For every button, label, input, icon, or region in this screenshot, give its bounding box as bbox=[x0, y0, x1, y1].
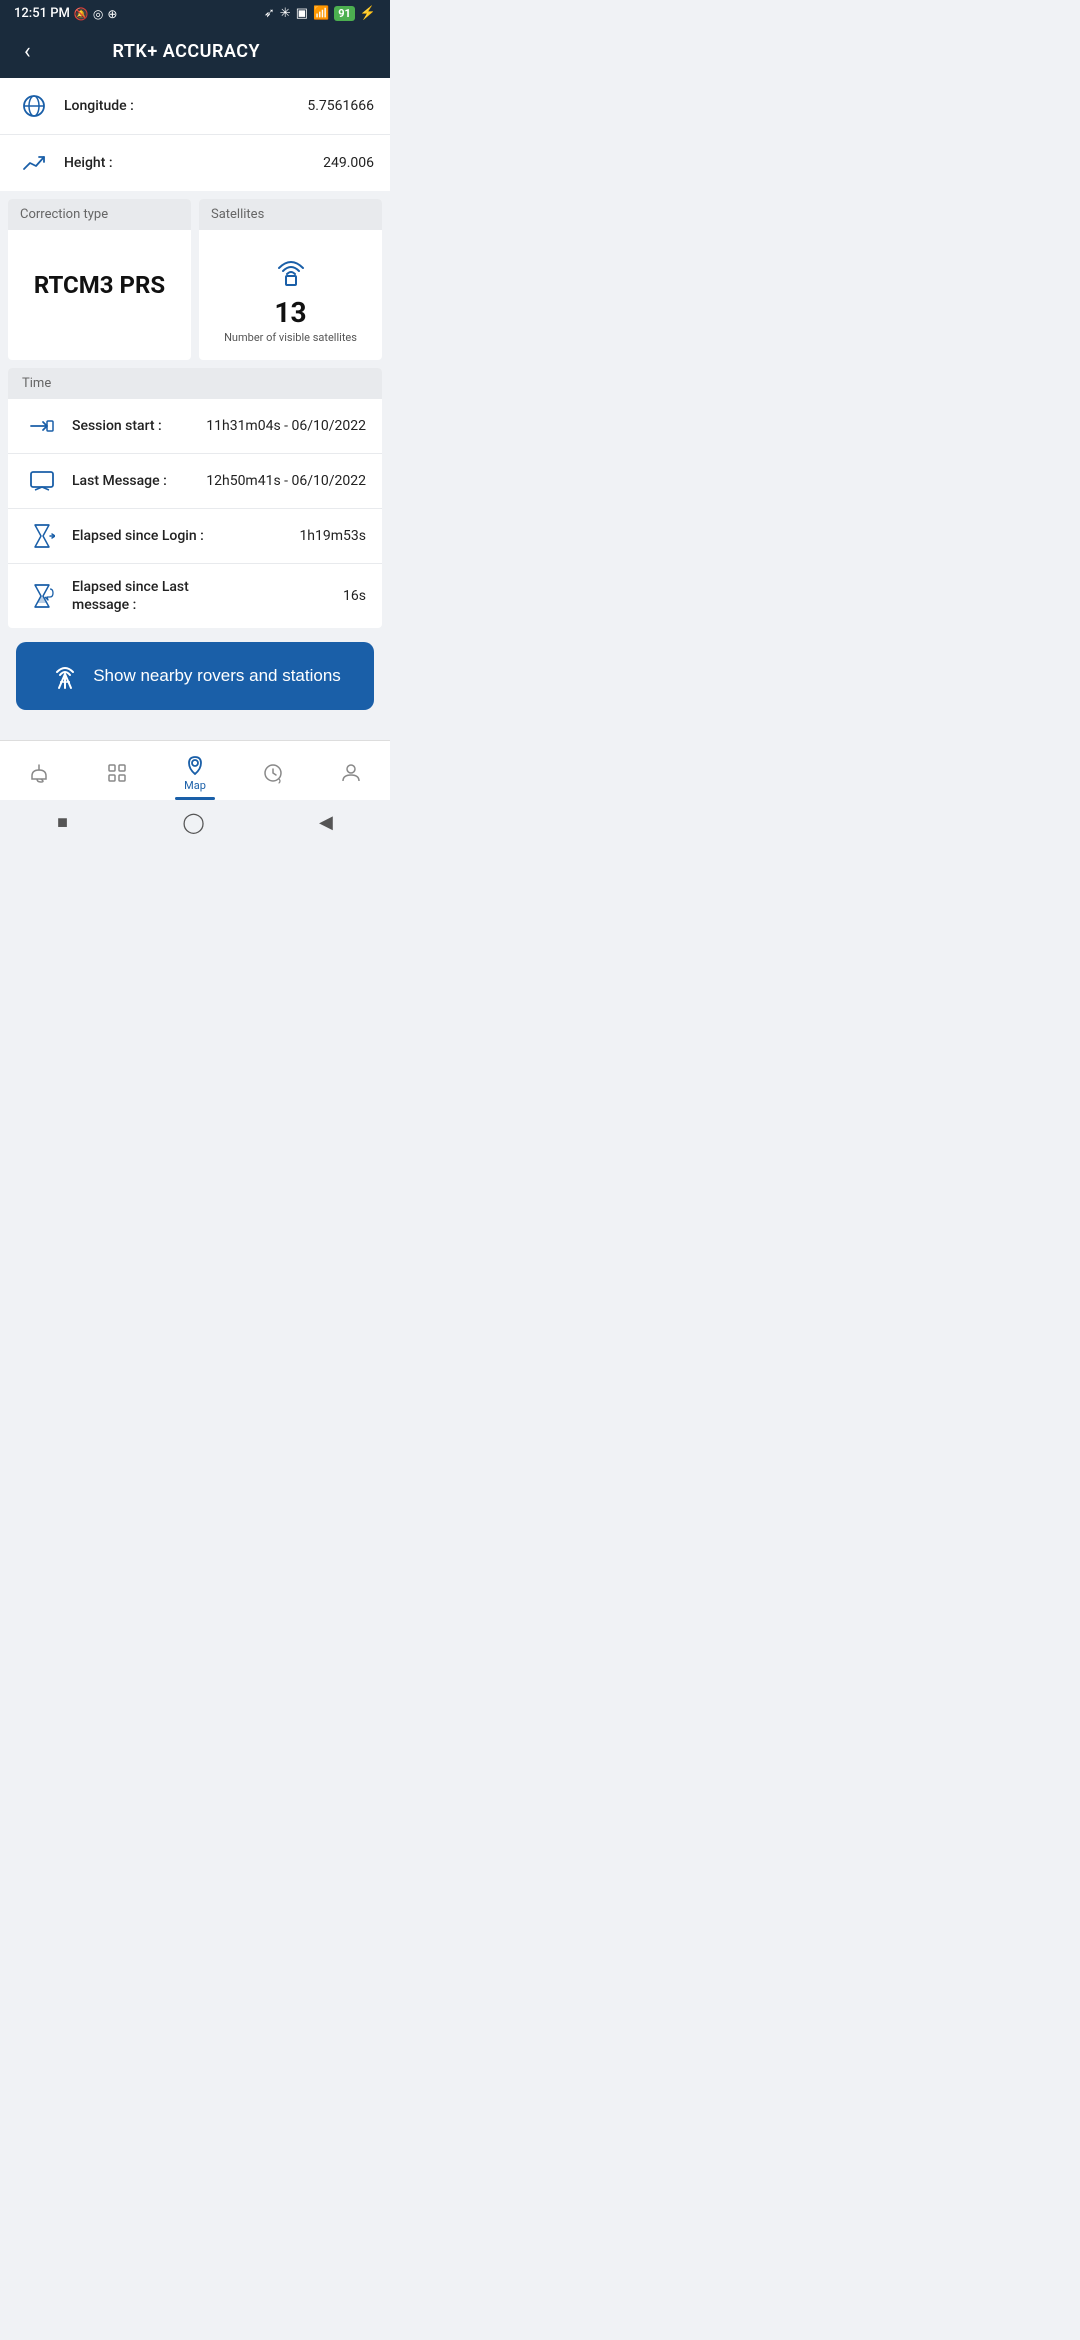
nav-item-map[interactable]: Map bbox=[171, 749, 219, 796]
elapsed-message-icon bbox=[24, 583, 60, 609]
battery-indicator: 91 bbox=[334, 6, 355, 21]
longitude-value: 5.7561666 bbox=[307, 98, 374, 114]
last-message-row: Last Message : 12h50m41s - 06/10/2022 bbox=[8, 454, 382, 509]
bluetooth-icon: ✳ bbox=[280, 6, 291, 21]
user-icon bbox=[339, 761, 363, 785]
mute-icon: 🔕 bbox=[74, 7, 89, 21]
last-message-value: 12h50m41s - 06/10/2022 bbox=[206, 473, 366, 489]
session-start-value: 11h31m04s - 06/10/2022 bbox=[206, 418, 366, 434]
bottom-nav: Map bbox=[0, 740, 390, 800]
satellites-body: 13 Number of visible satellites bbox=[199, 230, 382, 360]
back-button[interactable]: ‹ bbox=[16, 35, 39, 68]
clock-icon bbox=[261, 761, 285, 785]
status-left: 12:51 PM 🔕 ◎ ⊕ bbox=[14, 6, 117, 21]
session-start-row: Session start : 11h31m04s - 06/10/2022 bbox=[8, 399, 382, 454]
bell-icon bbox=[27, 761, 51, 785]
session-start-icon bbox=[24, 413, 60, 439]
last-message-icon bbox=[24, 468, 60, 494]
satellites-header: Satellites bbox=[199, 199, 382, 230]
correction-value: RTCM3 PRS bbox=[34, 271, 165, 299]
map-nav-label: Map bbox=[184, 779, 206, 792]
elapsed-login-label: Elapsed since Login : bbox=[72, 528, 299, 544]
height-row: Height : 249.006 bbox=[0, 135, 390, 191]
session-start-label: Session start : bbox=[72, 418, 206, 434]
height-label: Height : bbox=[64, 155, 323, 171]
content-area: Longitude : 5.7561666 Height : 249.006 C… bbox=[0, 78, 390, 740]
nav-item-user[interactable] bbox=[327, 757, 375, 789]
elapsed-login-value: 1h19m53s bbox=[299, 528, 366, 544]
nav-item-bell[interactable] bbox=[15, 757, 63, 789]
nearby-icon bbox=[49, 660, 81, 692]
wifi-icon: 📶 bbox=[313, 6, 329, 21]
correction-type-panel: Correction type RTCM3 PRS bbox=[8, 199, 191, 360]
height-icon bbox=[16, 149, 52, 177]
location-icon: ◎ bbox=[93, 7, 103, 21]
longitude-icon bbox=[16, 92, 52, 120]
circle-icon: ⊕ bbox=[107, 7, 117, 21]
grid-icon bbox=[105, 761, 129, 785]
coordinates-card: Longitude : 5.7561666 Height : 249.006 bbox=[0, 78, 390, 191]
stop-button[interactable]: ■ bbox=[57, 812, 68, 833]
nearby-label: Show nearby rovers and stations bbox=[93, 666, 341, 686]
page-title: RTK+ ACCURACY bbox=[51, 41, 322, 62]
longitude-label: Longitude : bbox=[64, 98, 307, 114]
time: 12:51 PM bbox=[14, 6, 70, 21]
last-message-label: Last Message : bbox=[72, 473, 206, 489]
nav-item-clock[interactable] bbox=[249, 757, 297, 789]
longitude-row: Longitude : 5.7561666 bbox=[0, 78, 390, 135]
home-button[interactable]: ◯ bbox=[182, 810, 204, 834]
show-nearby-button[interactable]: Show nearby rovers and stations bbox=[16, 642, 374, 710]
toolbar: ‹ RTK+ ACCURACY bbox=[0, 25, 390, 78]
elapsed-message-row: Elapsed since Lastmessage : 16s bbox=[8, 564, 382, 628]
android-nav: ■ ◯ ◀ bbox=[0, 800, 390, 842]
height-value: 249.006 bbox=[323, 155, 374, 171]
satellite-count: 13 bbox=[274, 296, 306, 329]
elapsed-login-icon bbox=[24, 523, 60, 549]
time-section: Time Session start : 11h31m04s - 06/10/2… bbox=[8, 368, 382, 628]
elapsed-message-label: Elapsed since Lastmessage : bbox=[72, 578, 343, 614]
elapsed-login-row: Elapsed since Login : 1h19m53s bbox=[8, 509, 382, 564]
sim-icon: ▣ bbox=[296, 6, 308, 21]
status-bar: 12:51 PM 🔕 ◎ ⊕ ➶ ✳ ▣ 📶 91 ⚡ bbox=[0, 0, 390, 25]
satellite-label: Number of visible satellites bbox=[224, 331, 357, 344]
charging-icon: ⚡ bbox=[360, 6, 376, 21]
correction-type-body: RTCM3 PRS bbox=[8, 230, 191, 340]
correction-type-header: Correction type bbox=[8, 199, 191, 230]
satellite-icon bbox=[269, 246, 313, 290]
nav-item-grid[interactable] bbox=[93, 757, 141, 789]
status-right: ➶ ✳ ▣ 📶 91 ⚡ bbox=[264, 6, 376, 21]
elapsed-message-value: 16s bbox=[343, 588, 366, 604]
back-button-android[interactable]: ◀ bbox=[319, 812, 333, 833]
satellites-panel: Satellites 13 Number of visible satellit… bbox=[199, 199, 382, 360]
nav-icon: ➶ bbox=[264, 6, 275, 21]
two-col-section: Correction type RTCM3 PRS Satellites 13 … bbox=[8, 199, 382, 360]
time-header: Time bbox=[8, 368, 382, 399]
map-pin-icon bbox=[183, 753, 207, 777]
